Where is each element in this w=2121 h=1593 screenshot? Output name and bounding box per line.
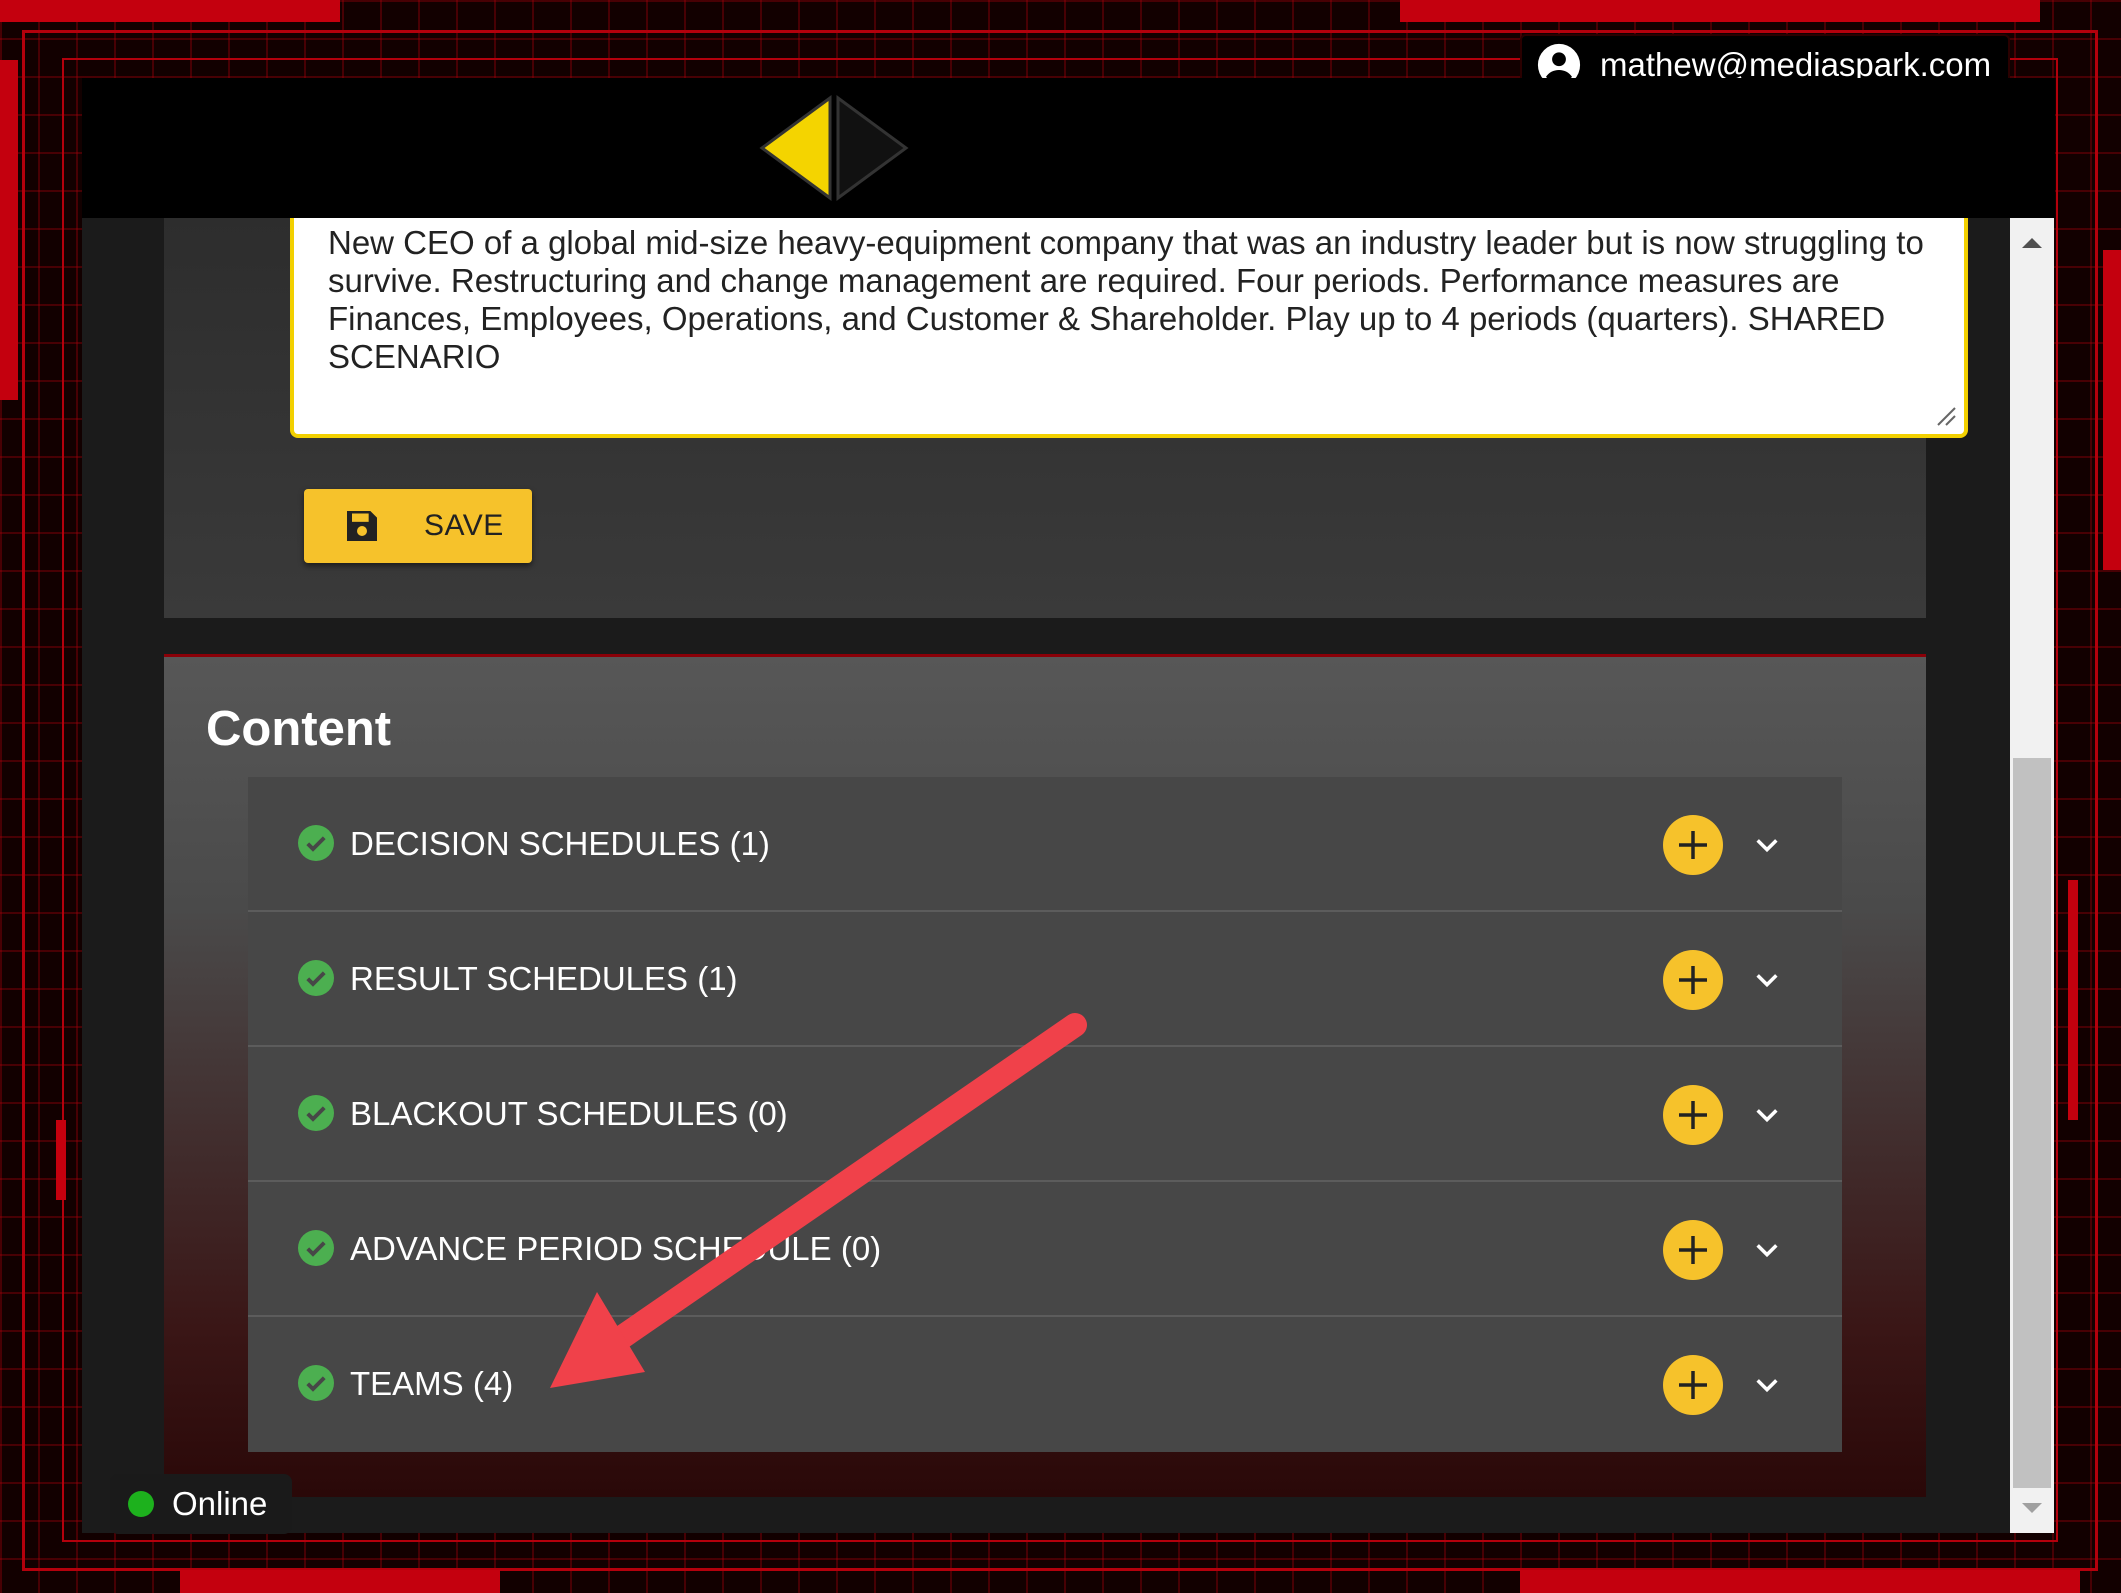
status-dot-icon bbox=[128, 1491, 154, 1517]
scroll-down-arrow-icon[interactable] bbox=[2010, 1493, 2054, 1523]
online-status-badge: Online bbox=[110, 1474, 292, 1534]
frame-accent-left-bar bbox=[56, 1120, 66, 1200]
plus-icon bbox=[1679, 966, 1707, 994]
add-button[interactable] bbox=[1663, 1355, 1723, 1415]
accordion-row-blackout-schedules[interactable]: BLACKOUT SCHEDULES (0) bbox=[248, 1047, 1842, 1182]
chevron-down-icon[interactable] bbox=[1753, 1371, 1781, 1399]
frame-accent-top-left bbox=[0, 0, 340, 22]
accordion-label: RESULT SCHEDULES (1) bbox=[350, 960, 738, 997]
resize-grip-icon[interactable] bbox=[1934, 404, 1956, 426]
check-circle-icon bbox=[298, 1230, 334, 1266]
previous-button[interactable] bbox=[758, 94, 910, 202]
chevron-down-icon[interactable] bbox=[1753, 831, 1781, 859]
vertical-scrollbar[interactable] bbox=[2010, 218, 2054, 1533]
floppy-disk-icon bbox=[347, 511, 377, 541]
add-button[interactable] bbox=[1663, 1220, 1723, 1280]
check-circle-icon bbox=[298, 825, 334, 861]
frame-accent-right-bar bbox=[2068, 880, 2078, 1120]
frame-accent-top-right bbox=[1400, 0, 2040, 22]
main-content: New CEO of a global mid-size heavy-equip… bbox=[82, 218, 2012, 1533]
frame-accent-bottom-left bbox=[180, 1570, 500, 1593]
content-panel: Content DECISION SCHEDULES (1) RESULT SC… bbox=[164, 654, 1926, 1497]
online-status-label: Online bbox=[172, 1485, 268, 1522]
accordion-label: ADVANCE PERIOD SCHEDULE (0) bbox=[350, 1230, 882, 1267]
accordion-row-advance-period-schedule[interactable]: ADVANCE PERIOD SCHEDULE (0) bbox=[248, 1182, 1842, 1317]
accordion-label: DECISION SCHEDULES (1) bbox=[350, 825, 770, 862]
save-label: SAVE bbox=[424, 509, 504, 542]
scrollbar-thumb[interactable] bbox=[2013, 758, 2051, 1488]
content-heading: Content bbox=[206, 702, 392, 756]
scroll-up-arrow-icon[interactable] bbox=[2010, 228, 2054, 258]
plus-icon bbox=[1679, 831, 1707, 859]
check-circle-icon bbox=[298, 1095, 334, 1131]
chevron-down-icon[interactable] bbox=[1753, 966, 1781, 994]
check-circle-icon bbox=[298, 960, 334, 996]
frame-accent-left bbox=[0, 60, 18, 400]
add-button[interactable] bbox=[1663, 950, 1723, 1010]
accordion-label: TEAMS (4) bbox=[350, 1365, 514, 1402]
plus-icon bbox=[1679, 1236, 1707, 1264]
accordion-row-teams[interactable]: TEAMS (4) bbox=[248, 1317, 1842, 1452]
chevron-down-icon[interactable] bbox=[1753, 1101, 1781, 1129]
save-button[interactable]: SAVE bbox=[304, 489, 532, 563]
top-bar bbox=[82, 78, 2055, 218]
triangle-left-icon bbox=[759, 95, 909, 201]
scenario-description-text: New CEO of a global mid-size heavy-equip… bbox=[328, 224, 1924, 375]
plus-icon bbox=[1679, 1101, 1707, 1129]
scenario-description-textarea[interactable]: New CEO of a global mid-size heavy-equip… bbox=[290, 218, 1968, 438]
accordion-row-decision-schedules[interactable]: DECISION SCHEDULES (1) bbox=[248, 777, 1842, 912]
check-circle-icon bbox=[298, 1365, 334, 1401]
content-accordion: DECISION SCHEDULES (1) RESULT SCHEDULES … bbox=[248, 777, 1842, 1452]
scenario-panel: New CEO of a global mid-size heavy-equip… bbox=[164, 218, 1968, 618]
add-button[interactable] bbox=[1663, 1085, 1723, 1145]
frame-accent-bottom-right bbox=[1520, 1570, 2080, 1593]
accordion-label: BLACKOUT SCHEDULES (0) bbox=[350, 1095, 788, 1132]
frame-accent-right bbox=[2103, 250, 2121, 570]
accordion-row-result-schedules[interactable]: RESULT SCHEDULES (1) bbox=[248, 912, 1842, 1047]
add-button[interactable] bbox=[1663, 815, 1723, 875]
chevron-down-icon[interactable] bbox=[1753, 1236, 1781, 1264]
plus-icon bbox=[1679, 1371, 1707, 1399]
